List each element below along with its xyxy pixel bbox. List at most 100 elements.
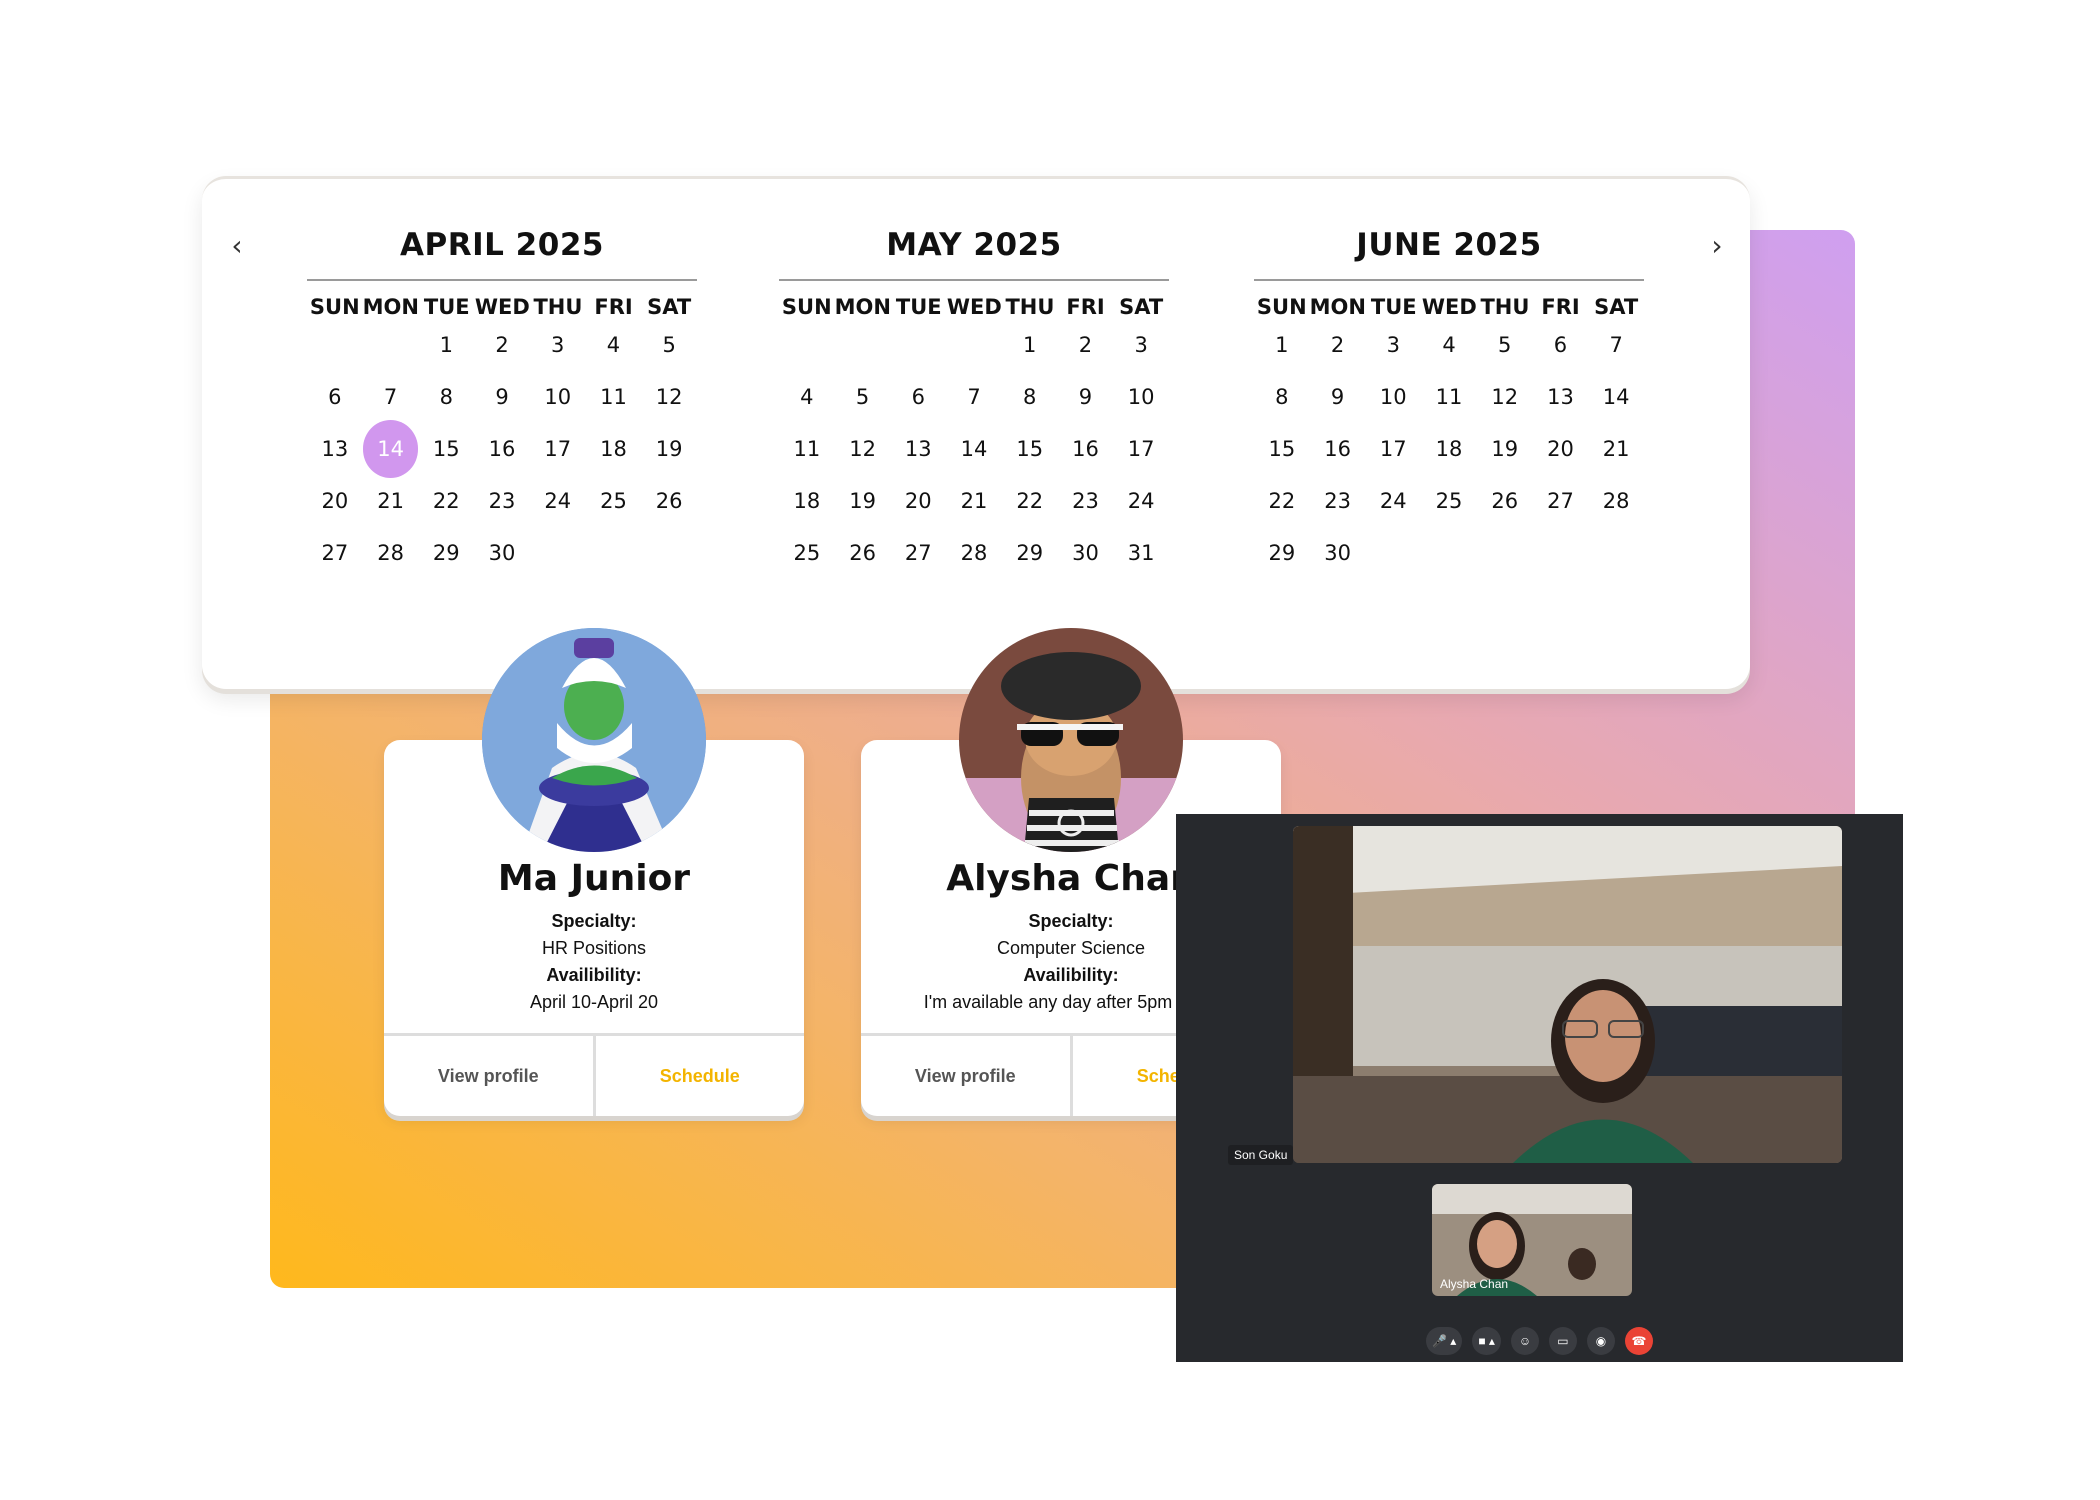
day-cell[interactable]: 12	[1477, 368, 1533, 426]
day-cell[interactable]: 25	[779, 524, 835, 582]
day-cell[interactable]: 6	[890, 368, 946, 426]
day-cell[interactable]: 25	[586, 472, 642, 530]
day-cell[interactable]: 13	[1533, 368, 1589, 426]
day-cell[interactable]: 15	[1254, 420, 1310, 478]
day-cell[interactable]: 26	[1477, 472, 1533, 530]
day-cell[interactable]: 9	[1310, 368, 1366, 426]
day-cell[interactable]: 6	[1533, 316, 1589, 374]
day-cell[interactable]: 13	[307, 420, 363, 478]
day-cell[interactable]: 9	[474, 368, 530, 426]
day-cell[interactable]: 14	[1588, 368, 1644, 426]
day-cell[interactable]: 16	[1058, 420, 1114, 478]
day-cell[interactable]: 26	[641, 472, 697, 530]
day-cell[interactable]: 25	[1421, 472, 1477, 530]
day-cell[interactable]: 23	[1058, 472, 1114, 530]
day-cell[interactable]: 3	[1365, 316, 1421, 374]
day-cell[interactable]: 10	[530, 368, 586, 426]
day-cell[interactable]: 5	[1477, 316, 1533, 374]
day-cell[interactable]: 1	[1002, 316, 1058, 374]
day-cell[interactable]: 30	[1058, 524, 1114, 582]
day-cell[interactable]: 19	[641, 420, 697, 478]
day-cell[interactable]: 18	[586, 420, 642, 478]
day-cell[interactable]: 30	[474, 524, 530, 582]
day-cell[interactable]: 28	[363, 524, 419, 582]
day-cell[interactable]: 5	[835, 368, 891, 426]
day-cell[interactable]: 3	[1113, 316, 1169, 374]
day-cell[interactable]: 3	[530, 316, 586, 374]
day-cell[interactable]: 10	[1365, 368, 1421, 426]
day-cell[interactable]: 11	[779, 420, 835, 478]
day-cell[interactable]: 24	[530, 472, 586, 530]
day-cell[interactable]: 17	[1365, 420, 1421, 478]
view-profile-button[interactable]: View profile	[384, 1036, 596, 1116]
day-cell[interactable]: 29	[418, 524, 474, 582]
day-cell[interactable]: 14	[946, 420, 1002, 478]
mic-icon[interactable]: 🎤 ▴	[1426, 1327, 1463, 1355]
day-cell[interactable]: 7	[363, 368, 419, 426]
day-cell[interactable]: 8	[1002, 368, 1058, 426]
day-cell[interactable]: 16	[1310, 420, 1366, 478]
day-cell[interactable]: 8	[418, 368, 474, 426]
day-cell[interactable]: 29	[1254, 524, 1310, 582]
day-cell[interactable]: 21	[363, 472, 419, 530]
day-cell[interactable]: 7	[1588, 316, 1644, 374]
day-cell[interactable]: 5	[641, 316, 697, 374]
day-cell[interactable]: 27	[307, 524, 363, 582]
day-cell[interactable]: 17	[530, 420, 586, 478]
day-cell[interactable]: 2	[1058, 316, 1114, 374]
day-cell[interactable]: 4	[779, 368, 835, 426]
day-cell[interactable]: 4	[586, 316, 642, 374]
day-cell[interactable]: 12	[835, 420, 891, 478]
day-cell[interactable]: 16	[474, 420, 530, 478]
day-cell[interactable]: 18	[1421, 420, 1477, 478]
record-icon[interactable]: ◉	[1586, 1327, 1615, 1355]
day-cell[interactable]: 1	[1254, 316, 1310, 374]
day-cell[interactable]: 21	[946, 472, 1002, 530]
day-cell[interactable]: 27	[890, 524, 946, 582]
end-call-icon[interactable]: ☎	[1624, 1327, 1653, 1355]
day-cell[interactable]: 7	[946, 368, 1002, 426]
reaction-icon[interactable]: ☺	[1510, 1327, 1539, 1355]
view-profile-button[interactable]: View profile	[861, 1036, 1073, 1116]
day-cell[interactable]: 9	[1058, 368, 1114, 426]
day-cell[interactable]: 19	[835, 472, 891, 530]
day-cell[interactable]: 2	[1310, 316, 1366, 374]
day-cell[interactable]: 19	[1477, 420, 1533, 478]
day-cell[interactable]: 2	[474, 316, 530, 374]
day-cell[interactable]: 15	[1002, 420, 1058, 478]
day-cell[interactable]: 27	[1533, 472, 1589, 530]
day-cell[interactable]: 17	[1113, 420, 1169, 478]
day-cell[interactable]: 28	[946, 524, 1002, 582]
day-cell[interactable]: 6	[307, 368, 363, 426]
day-cell[interactable]: 11	[1421, 368, 1477, 426]
screen-share-icon[interactable]: ▭	[1548, 1327, 1577, 1355]
day-cell[interactable]: 24	[1365, 472, 1421, 530]
day-cell[interactable]: 22	[1002, 472, 1058, 530]
day-cell[interactable]: 30	[1310, 524, 1366, 582]
day-cell[interactable]: 26	[835, 524, 891, 582]
day-cell[interactable]: 13	[890, 420, 946, 478]
camera-icon[interactable]: ■ ▴	[1472, 1327, 1501, 1355]
day-cell[interactable]: 20	[1533, 420, 1589, 478]
day-cell[interactable]: 20	[307, 472, 363, 530]
day-cell[interactable]: 4	[1421, 316, 1477, 374]
day-cell[interactable]: 10	[1113, 368, 1169, 426]
previous-month-icon[interactable]: ‹	[222, 229, 252, 262]
day-cell[interactable]: 1	[418, 316, 474, 374]
selected-day[interactable]: 14	[362, 420, 419, 478]
day-cell[interactable]: 15	[418, 420, 474, 478]
schedule-button[interactable]: Schedule	[596, 1036, 805, 1116]
next-month-icon[interactable]: ›	[1702, 229, 1732, 262]
day-cell[interactable]: 20	[890, 472, 946, 530]
day-cell[interactable]: 21	[1588, 420, 1644, 478]
day-cell[interactable]: 29	[1002, 524, 1058, 582]
day-cell[interactable]: 23	[474, 472, 530, 530]
day-cell[interactable]: 11	[586, 368, 642, 426]
day-cell[interactable]: 24	[1113, 472, 1169, 530]
day-cell[interactable]: 23	[1310, 472, 1366, 530]
day-cell[interactable]: 22	[418, 472, 474, 530]
day-cell[interactable]: 28	[1588, 472, 1644, 530]
day-cell[interactable]: 8	[1254, 368, 1310, 426]
day-cell[interactable]: 18	[779, 472, 835, 530]
day-cell[interactable]: 22	[1254, 472, 1310, 530]
